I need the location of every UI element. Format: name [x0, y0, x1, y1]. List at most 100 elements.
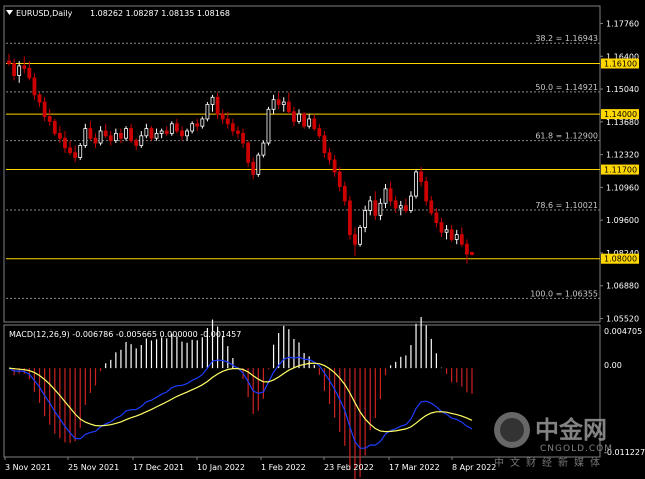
- price-tick-label: 1.13680: [606, 118, 639, 127]
- candle-body: [144, 128, 149, 137]
- candle-body: [266, 108, 271, 144]
- candle-body: [307, 118, 312, 127]
- candle-body: [149, 128, 154, 139]
- candle-body: [200, 118, 205, 127]
- candle-body: [459, 234, 464, 245]
- candle-body: [342, 186, 347, 202]
- candle-body: [256, 154, 261, 175]
- candle-body: [470, 252, 474, 256]
- candle-body: [292, 111, 296, 122]
- candle-body: [454, 234, 459, 240]
- candle-body: [403, 205, 408, 211]
- candle-body: [465, 243, 469, 255]
- price-tick-label: 1.17760: [606, 20, 639, 29]
- candle-body: [368, 200, 373, 211]
- date-tick-label: 17 Mar 2022: [389, 463, 440, 472]
- candle-body: [185, 130, 189, 137]
- level-price-text: 1.11700: [604, 166, 637, 175]
- candle-body: [383, 188, 388, 204]
- candle-body: [276, 99, 281, 105]
- watermark-chinese: 中金网: [535, 416, 607, 444]
- candle-body: [47, 116, 52, 122]
- candle-body: [154, 133, 159, 139]
- candle-body: [103, 130, 108, 137]
- price-tick-label: 1.12320: [606, 151, 639, 160]
- date-tick-label: 23 Feb 2022: [324, 463, 374, 472]
- candle-body: [159, 130, 164, 134]
- candle-body: [32, 77, 37, 96]
- candle-body: [373, 200, 378, 216]
- level-price-text: 1.14000: [604, 110, 637, 119]
- candle-body: [98, 130, 103, 144]
- candle-body: [63, 137, 67, 149]
- candle-body: [164, 130, 169, 134]
- candle-body: [261, 142, 266, 156]
- candle-body: [83, 128, 88, 146]
- price-tick-label: 1.10960: [606, 183, 639, 192]
- candle-body: [241, 133, 245, 144]
- candle-body: [388, 188, 393, 202]
- candle-body: [57, 133, 62, 139]
- macd-scale-top: 0.004705: [604, 327, 642, 336]
- date-tick-label: 3 Nov 2021: [5, 463, 51, 472]
- level-price-text: 1.16100: [604, 60, 637, 69]
- candle-body: [134, 140, 139, 146]
- symbol-timeframe: EURUSD,Daily: [16, 9, 73, 18]
- candle-body: [68, 147, 72, 154]
- candle-body: [246, 142, 251, 163]
- candle-body: [42, 101, 47, 117]
- candle-body: [363, 210, 368, 228]
- price-tick-label: 1.09600: [606, 216, 639, 225]
- candle-body: [175, 123, 179, 132]
- candle-body: [337, 171, 342, 187]
- macd-label: MACD(12,26,9) -0.006786 -0.005665 0.0000…: [9, 330, 241, 339]
- price-tick-label: 1.06880: [606, 282, 639, 291]
- candle-body: [124, 128, 128, 139]
- candle-body: [17, 65, 22, 76]
- date-tick-label: 25 Nov 2021: [68, 463, 119, 472]
- candle-body: [180, 130, 184, 137]
- date-tick-label: 8 Apr 2022: [452, 463, 496, 472]
- candle-body: [358, 226, 362, 245]
- fib-level-label: 50.0 = 1.14921: [535, 83, 598, 92]
- ohlc-values: 1.08262 1.08287 1.08135 1.08168: [90, 9, 230, 18]
- candle-body: [251, 161, 256, 175]
- candle-body: [429, 200, 434, 214]
- candle-body: [88, 128, 93, 139]
- candle-body: [297, 113, 301, 122]
- candle-body: [347, 200, 352, 236]
- date-tick-label: 10 Jan 2022: [197, 463, 245, 472]
- candle-body: [169, 123, 174, 134]
- candle-body: [444, 229, 449, 233]
- watermark: 中金网 CNGOLD.COM 中文财经新媒体: [494, 412, 613, 469]
- candle-body: [215, 96, 220, 115]
- candle-body: [378, 202, 383, 216]
- candle-body: [286, 101, 291, 113]
- fib-level-label: 61.8 = 1.12900: [535, 132, 598, 141]
- candle-body: [22, 65, 27, 69]
- candle-body: [353, 234, 357, 245]
- candle-body: [434, 212, 439, 223]
- candle-body: [113, 133, 118, 142]
- candle-body: [449, 229, 454, 240]
- level-price-text: 1.08000: [604, 255, 637, 264]
- candle-body: [119, 133, 123, 139]
- candle-body: [210, 96, 215, 105]
- candle-body: [129, 128, 134, 142]
- candle-body: [281, 101, 286, 105]
- candle-body: [424, 181, 429, 202]
- trading-chart[interactable]: EURUSD,Daily 1.08262 1.08287 1.08135 1.0…: [0, 0, 645, 479]
- candle-body: [327, 152, 332, 161]
- fib-level-label: 38.2 = 1.16943: [535, 34, 598, 43]
- watermark-english: CNGOLD.COM: [540, 444, 613, 454]
- candle-body: [393, 200, 398, 209]
- candle-body: [230, 123, 235, 132]
- price-tick-label: 1.05520: [606, 315, 639, 324]
- candle-body: [73, 152, 78, 158]
- watermark-subtitle: 中文财经新媒体: [494, 456, 606, 469]
- candle-body: [220, 113, 225, 120]
- candle-body: [7, 60, 11, 64]
- candle-body: [27, 67, 32, 79]
- candle-body: [419, 171, 424, 183]
- candle-body: [236, 130, 240, 134]
